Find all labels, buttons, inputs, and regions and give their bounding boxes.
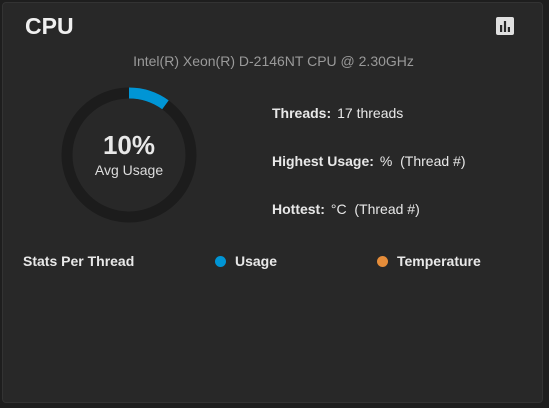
threads-value: 17 threads xyxy=(337,105,404,121)
highest-usage-stat: Highest Usage: % (Thread #) xyxy=(272,153,466,169)
avg-usage-label: Avg Usage xyxy=(94,162,164,178)
bar-chart-icon xyxy=(496,17,514,35)
avg-usage-gauge: 10% Avg Usage xyxy=(59,85,199,225)
cpu-model-text: Intel(R) Xeon(R) D-2146NT CPU @ 2.30GHz xyxy=(133,53,414,69)
legend-temperature-label: Temperature xyxy=(397,253,481,269)
legend-usage-label: Usage xyxy=(235,253,278,269)
avg-usage-value: 10% xyxy=(102,130,156,160)
hottest-stat: Hottest: °C (Thread #) xyxy=(272,201,420,217)
threads-label: Threads: xyxy=(272,105,332,121)
highest-usage-label: Highest Usage: xyxy=(272,153,374,169)
highest-usage-value: % (Thread #) xyxy=(379,153,466,169)
usage-dot-icon xyxy=(215,256,226,267)
view-chart-button[interactable] xyxy=(495,16,515,36)
stats-per-thread-label: Stats Per Thread xyxy=(23,253,135,269)
temperature-dot-icon xyxy=(377,256,388,267)
legend-temperature[interactable]: Temperature xyxy=(377,253,481,269)
threads-stat: Threads: 17 threads xyxy=(272,105,403,121)
hottest-value: °C (Thread #) xyxy=(330,201,420,217)
legend-usage[interactable]: Usage xyxy=(215,253,277,269)
cpu-card: CPU Intel(R) Xeon(R) D-2146NT CPU @ 2.30… xyxy=(2,2,543,403)
hottest-label: Hottest: xyxy=(272,201,325,217)
card-title: CPU xyxy=(25,13,74,39)
